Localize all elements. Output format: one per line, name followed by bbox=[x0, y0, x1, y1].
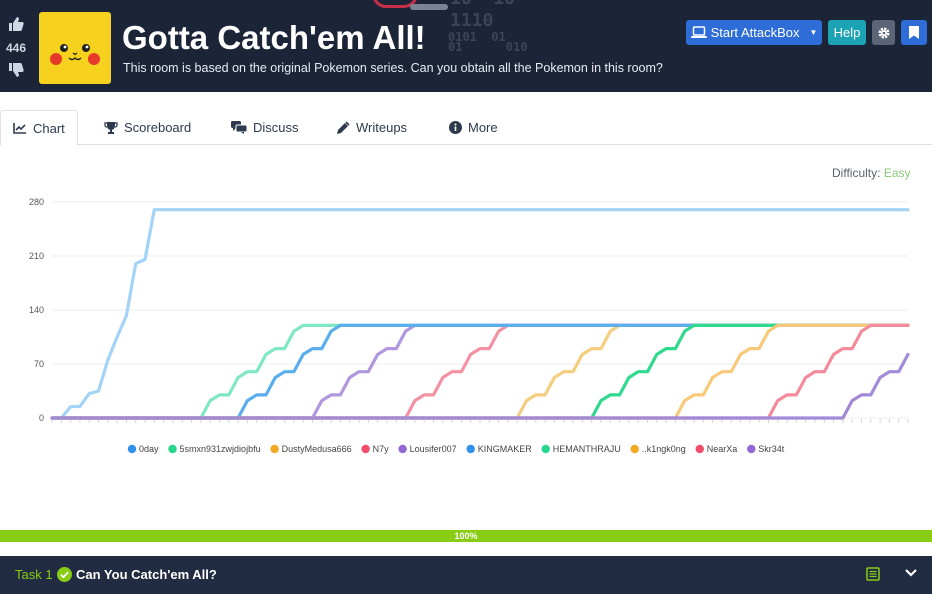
progress-fill: 100% bbox=[0, 530, 932, 542]
tab-label: Scoreboard bbox=[124, 120, 192, 135]
difficulty-value: Easy bbox=[883, 166, 911, 180]
y-tick-label: 280 bbox=[29, 197, 44, 207]
tab-label: Discuss bbox=[253, 120, 299, 135]
tab-label: Writeups bbox=[356, 120, 408, 135]
series-line-hemanthraju bbox=[50, 323, 910, 420]
tab-more[interactable]: More bbox=[449, 110, 498, 145]
room-icon-pikachu bbox=[39, 12, 111, 84]
series-line-n7y bbox=[50, 323, 910, 420]
legend-marker[interactable] bbox=[747, 444, 756, 454]
task-title: Can You Catch'em All? bbox=[76, 567, 217, 582]
legend-marker[interactable] bbox=[127, 444, 137, 454]
tab-writeups[interactable]: Writeups bbox=[336, 110, 407, 145]
legend-marker[interactable] bbox=[695, 444, 704, 454]
tab-label: Chart bbox=[33, 120, 65, 136]
series-line-0day bbox=[50, 208, 910, 420]
series-line--k1ngk0ng bbox=[50, 323, 910, 420]
comments-icon bbox=[231, 121, 247, 134]
series-line-kingmaker bbox=[50, 323, 910, 420]
task-header[interactable]: Task 1 Can You Catch'em All? bbox=[0, 556, 932, 594]
settings-button[interactable] bbox=[872, 20, 895, 45]
legend-marker[interactable] bbox=[630, 444, 639, 454]
progress-chart: 0 70 140 210 280 0day 5smxn931zwjdiojbfu DustyM… bbox=[29, 197, 910, 454]
legend-label[interactable]: 5smxn931zwjdiojbfu bbox=[180, 444, 261, 454]
list-icon[interactable] bbox=[866, 567, 880, 581]
tab-label: More bbox=[468, 120, 498, 135]
legend-marker[interactable] bbox=[541, 444, 550, 454]
info-icon bbox=[449, 121, 462, 134]
legend-marker[interactable] bbox=[466, 444, 475, 454]
series-line-dustymedusa666 bbox=[50, 323, 910, 420]
difficulty-label: Difficulty: bbox=[832, 166, 881, 180]
upvote-icon[interactable] bbox=[4, 16, 28, 37]
decoration-bar bbox=[410, 4, 448, 10]
legend-marker[interactable] bbox=[270, 444, 279, 454]
downvote-icon[interactable] bbox=[4, 62, 28, 83]
room-header: 10 10 1110 0101 01 01 010 446 Gotta Catc… bbox=[0, 0, 932, 92]
legend-marker[interactable] bbox=[398, 444, 407, 454]
legend-label[interactable]: 0day bbox=[139, 444, 159, 454]
difficulty-indicator: Difficulty: Easy bbox=[832, 166, 911, 180]
tab-discuss[interactable]: Discuss bbox=[231, 110, 299, 145]
room-title: Gotta Catch'em All! bbox=[122, 19, 426, 56]
y-tick-label: 0 bbox=[39, 413, 44, 423]
bookmark-icon bbox=[909, 26, 919, 39]
series-line-nearxa bbox=[50, 323, 910, 420]
start-attackbox-button[interactable]: Start AttackBox ▼ bbox=[686, 20, 822, 45]
room-subtitle: This room is based on the original Pokem… bbox=[123, 61, 663, 75]
tab-chart[interactable]: Chart bbox=[0, 110, 78, 146]
pen-icon bbox=[337, 120, 350, 134]
start-attackbox-label: Start AttackBox bbox=[710, 25, 800, 40]
series-line-5smxn931zwjdiojbfu bbox=[50, 323, 910, 420]
attackbox-dropdown-caret-icon[interactable]: ▼ bbox=[809, 28, 817, 37]
legend-label[interactable]: N7y bbox=[373, 444, 390, 454]
chevron-down-icon[interactable] bbox=[904, 568, 918, 578]
legend-label[interactable]: NearXa bbox=[707, 444, 738, 454]
check-circle-icon bbox=[57, 567, 72, 582]
room-tabs: Chart Scoreboard Discuss Writeups More bbox=[0, 110, 932, 146]
y-tick-label: 140 bbox=[29, 305, 44, 315]
legend-label[interactable]: Skr34t bbox=[758, 444, 785, 454]
legend-label[interactable]: ..k1ngk0ng bbox=[642, 444, 686, 454]
legend-label[interactable]: HEMANTHRAJU bbox=[553, 444, 621, 454]
legend-marker[interactable] bbox=[361, 444, 370, 454]
legend-label[interactable]: DustyMedusa666 bbox=[282, 444, 352, 454]
y-tick-label: 210 bbox=[29, 251, 44, 261]
vote-count: 446 bbox=[5, 41, 27, 55]
laptop-icon bbox=[690, 26, 707, 38]
deco-line: 10 10 bbox=[450, 0, 515, 9]
legend-label[interactable]: Lousifer007 bbox=[410, 444, 457, 454]
chart-line-icon bbox=[13, 123, 26, 134]
task-number: Task 1 bbox=[15, 567, 53, 582]
gear-icon bbox=[878, 27, 889, 38]
series-line-lousifer007 bbox=[50, 323, 910, 420]
trophy-icon bbox=[104, 121, 118, 134]
legend-marker[interactable] bbox=[168, 444, 177, 454]
deco-line: 1110 bbox=[450, 10, 494, 31]
tab-scoreboard[interactable]: Scoreboard bbox=[104, 110, 191, 145]
y-tick-label: 70 bbox=[34, 359, 44, 369]
bookmark-button[interactable] bbox=[901, 20, 927, 45]
progress-label: 100% bbox=[454, 531, 478, 541]
help-button[interactable]: Help bbox=[828, 20, 866, 45]
room-progress-bar: 100% bbox=[0, 530, 932, 542]
deco-line: 01 010 bbox=[448, 40, 528, 54]
legend-label[interactable]: KINGMAKER bbox=[478, 444, 533, 454]
